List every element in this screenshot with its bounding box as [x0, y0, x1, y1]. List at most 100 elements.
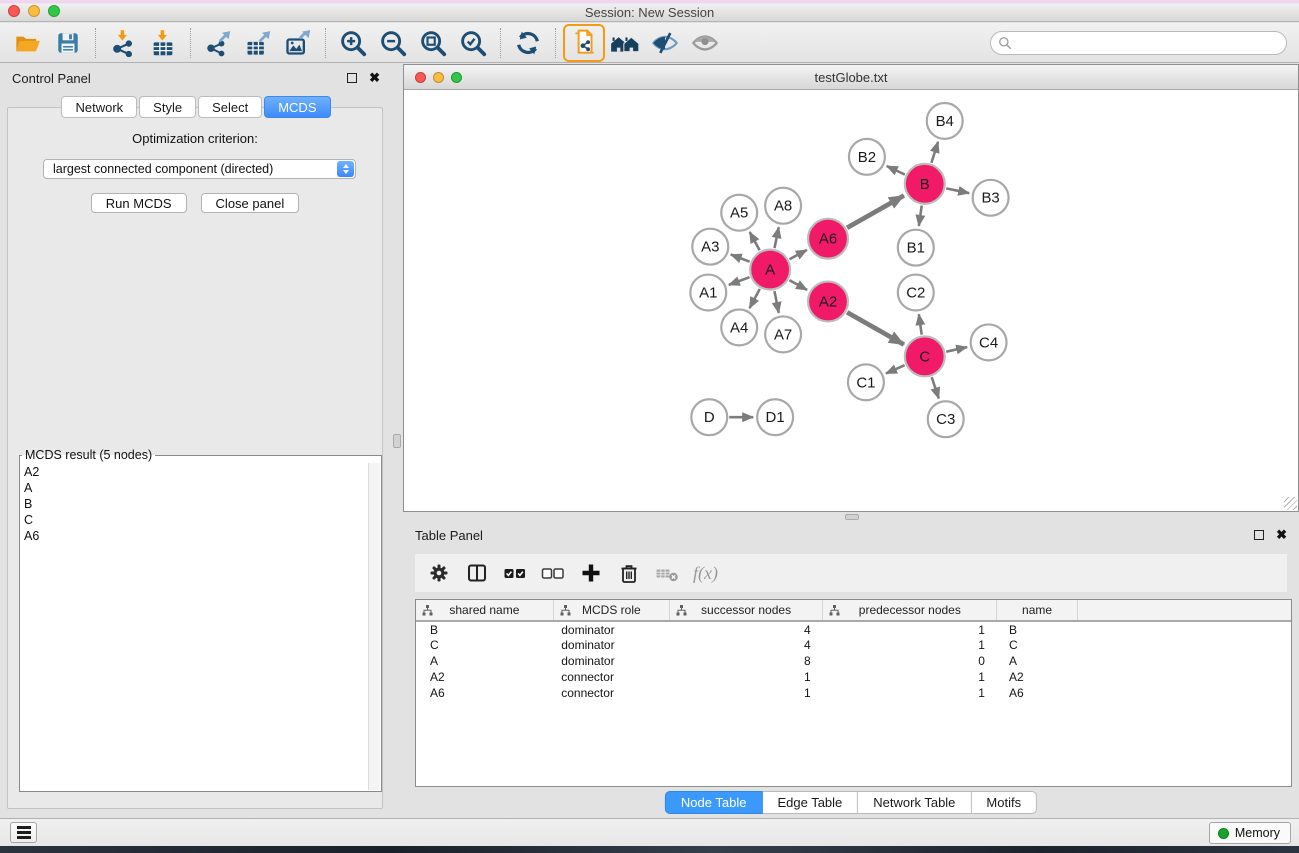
mcds-result-item[interactable]: A [24, 480, 367, 496]
import-table-button[interactable] [143, 26, 183, 60]
tab-select[interactable]: Select [198, 96, 262, 118]
graph-edge[interactable] [847, 312, 904, 344]
maximize-network-button[interactable] [451, 72, 462, 83]
scrollbar[interactable] [368, 463, 380, 790]
table-cell[interactable]: 8 [669, 653, 822, 669]
graph-edge[interactable] [731, 254, 750, 261]
refresh-button[interactable] [508, 26, 548, 60]
table-cell[interactable]: 1 [823, 621, 997, 637]
function-builder-button[interactable]: f(x) [693, 563, 718, 584]
tab-network[interactable]: Network [61, 96, 137, 118]
zoom-selected-button[interactable] [453, 26, 493, 60]
graph-edge[interactable] [946, 188, 969, 193]
open-session-button[interactable] [8, 26, 48, 60]
graph-edge[interactable] [789, 280, 807, 290]
zoom-fit-button[interactable] [413, 26, 453, 60]
home-button[interactable] [605, 26, 645, 60]
table-cell[interactable]: A6 [416, 685, 553, 701]
splitter-grip[interactable] [393, 434, 401, 448]
resize-grip-icon[interactable] [1284, 497, 1297, 510]
maximize-window-button[interactable] [48, 5, 60, 17]
table-cell[interactable]: A6 [997, 685, 1077, 701]
float-panel-icon[interactable] [1254, 530, 1264, 540]
table-cell[interactable]: A2 [416, 669, 553, 685]
table-cell[interactable]: 4 [669, 621, 822, 637]
column-header-predecessor-nodes[interactable]: predecessor nodes [823, 600, 997, 621]
import-network-button[interactable] [103, 26, 143, 60]
table-cell[interactable]: dominator [553, 637, 669, 653]
table-cell[interactable]: B [997, 621, 1077, 637]
table-row[interactable]: Adominator80A [416, 653, 1292, 669]
task-history-button[interactable] [10, 822, 37, 843]
export-table-button[interactable] [238, 26, 278, 60]
table-row[interactable]: Cdominator41C [416, 637, 1292, 653]
horizontal-splitter[interactable] [403, 512, 1299, 521]
memory-button[interactable]: Memory [1209, 822, 1291, 844]
mcds-result-item[interactable]: A6 [24, 528, 367, 544]
table-cell[interactable]: 1 [823, 669, 997, 685]
table-cell[interactable]: connector [553, 685, 669, 701]
graph-edge[interactable] [789, 250, 806, 259]
close-panel-icon[interactable]: ✖ [1276, 527, 1287, 543]
graph-edge[interactable] [774, 291, 778, 313]
select-all-button[interactable] [499, 557, 531, 589]
export-network-button[interactable] [198, 26, 238, 60]
tab-mcds[interactable]: MCDS [264, 96, 330, 118]
graph-edge[interactable] [847, 196, 904, 228]
graph-edge[interactable] [887, 166, 905, 174]
column-header-successor-nodes[interactable]: successor nodes [669, 600, 822, 621]
table-cell[interactable]: 1 [669, 669, 822, 685]
table-cell[interactable]: connector [553, 669, 669, 685]
graph-edge[interactable] [931, 142, 938, 163]
show-column-button[interactable] [461, 557, 493, 589]
splitter-grip[interactable] [845, 514, 859, 520]
zoom-out-button[interactable] [373, 26, 413, 60]
close-panel-icon[interactable]: ✖ [369, 70, 380, 86]
table-cell[interactable]: 1 [823, 637, 997, 653]
tab-node-table[interactable]: Node Table [665, 791, 763, 814]
close-window-button[interactable] [8, 5, 20, 17]
tab-edge-table[interactable]: Edge Table [762, 791, 858, 814]
window-titlebar[interactable]: Session: New Session [0, 0, 1299, 22]
column-header-name[interactable]: name [997, 600, 1077, 621]
graph-edge[interactable] [886, 365, 905, 373]
optimization-criterion-select[interactable]: largest connected component (directed) [43, 159, 356, 179]
graph-edge[interactable] [750, 289, 760, 308]
table-row[interactable]: A2connector11A2 [416, 669, 1292, 685]
delete-table-button[interactable] [651, 557, 683, 589]
table-cell[interactable]: A [997, 653, 1077, 669]
table-row[interactable]: A6connector11A6 [416, 685, 1292, 701]
float-panel-icon[interactable] [347, 73, 357, 83]
column-header-shared-name[interactable]: shared name [416, 600, 553, 621]
graph-edge[interactable] [729, 277, 750, 285]
table-cell[interactable]: 1 [669, 685, 822, 701]
minimize-network-button[interactable] [433, 72, 444, 83]
table-row[interactable]: Bdominator41B [416, 621, 1292, 637]
table-cell[interactable]: dominator [553, 653, 669, 669]
graph-edge[interactable] [919, 314, 922, 334]
table-cell[interactable]: C [416, 637, 553, 653]
column-header-MCDS-role[interactable]: MCDS role [553, 600, 669, 621]
mcds-result-item[interactable]: B [24, 496, 367, 512]
mcds-result-item[interactable]: C [24, 512, 367, 528]
mcds-result-item[interactable]: A2 [24, 464, 367, 480]
tab-motifs[interactable]: Motifs [971, 791, 1037, 814]
table-cell[interactable]: 0 [823, 653, 997, 669]
table-cell[interactable]: B [416, 621, 553, 637]
network-window-titlebar[interactable]: testGlobe.txt [404, 65, 1298, 90]
graph-edge[interactable] [932, 377, 939, 398]
table-settings-button[interactable] [423, 557, 455, 589]
tab-style[interactable]: Style [139, 96, 196, 118]
search-input[interactable] [990, 31, 1287, 55]
minimize-window-button[interactable] [28, 5, 40, 17]
graph-edge[interactable] [750, 232, 760, 250]
zoom-in-button[interactable] [333, 26, 373, 60]
table-cell[interactable]: 4 [669, 637, 822, 653]
table-cell[interactable]: C [997, 637, 1077, 653]
table-cell[interactable]: dominator [553, 621, 669, 637]
table-cell[interactable]: A2 [997, 669, 1077, 685]
graph-edge[interactable] [774, 227, 778, 248]
show-panels-button[interactable] [685, 26, 725, 60]
export-image-button[interactable] [278, 26, 318, 60]
network-canvas[interactable]: B4B2BB3A5A8A6A3B1AA1C2A2A4A7C4CC1DD1C3 [404, 90, 1298, 511]
